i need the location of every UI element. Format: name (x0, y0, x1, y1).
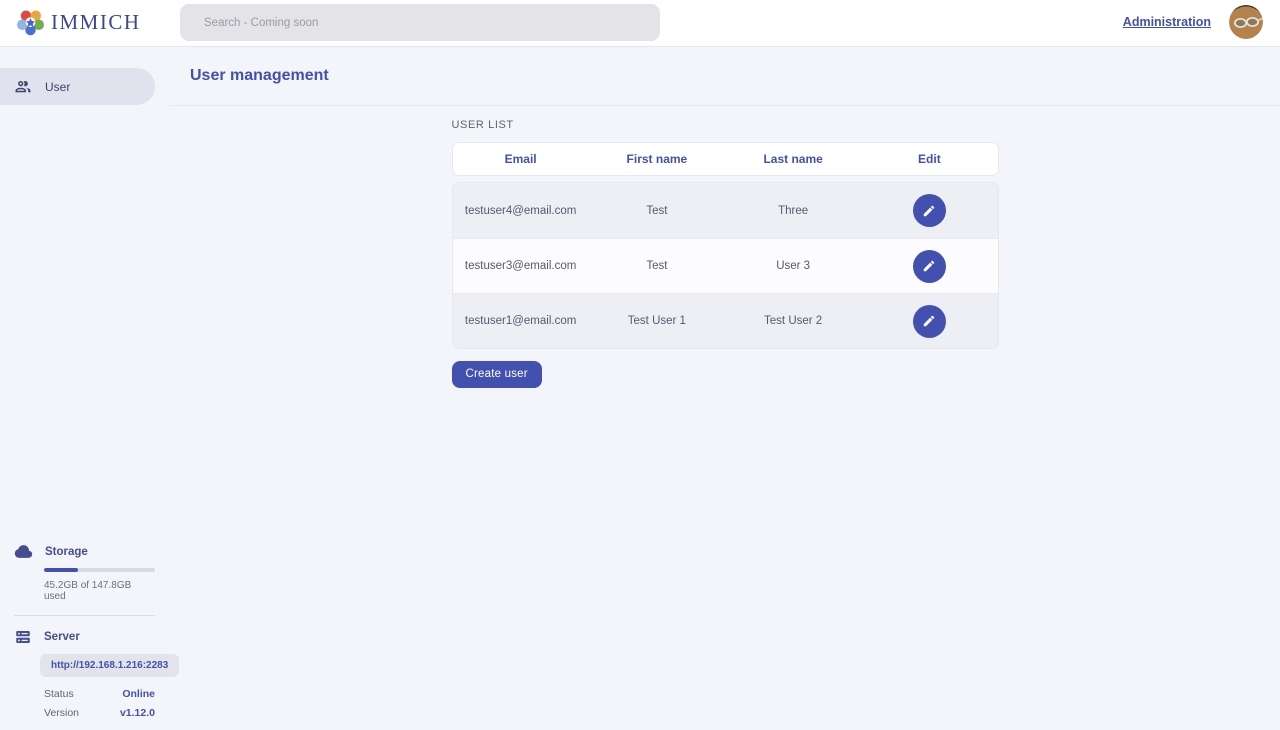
storage-progress-fill (44, 568, 78, 572)
user-list-section: USER LIST EmailFirst nameLast nameEdit t… (452, 119, 999, 388)
user-table-body: testuser4@email.com Test Three testuser3… (452, 182, 999, 349)
user-first-name-cell: Test (589, 205, 725, 217)
server-url-chip: http://192.168.1.216:2283 (40, 654, 179, 677)
pencil-icon (922, 259, 936, 273)
version-label: Version (44, 707, 79, 719)
app-title: IMMICH (51, 10, 141, 35)
user-first-name-cell: Test User 1 (589, 315, 725, 327)
user-table-header: EmailFirst nameLast nameEdit (452, 142, 999, 176)
storage-usage-text: 45.2GB of 147.8GB used (44, 580, 155, 602)
user-list-label: USER LIST (452, 119, 999, 131)
edit-user-button[interactable] (913, 194, 946, 227)
sidebar-item-label: User (45, 80, 70, 94)
top-bar: IMMICH Administration (0, 0, 1280, 47)
status-value: Online (122, 688, 155, 700)
user-last-name-cell: Three (725, 205, 861, 217)
user-table-row: testuser4@email.com Test Three (453, 183, 998, 238)
server-icon (14, 628, 32, 646)
server-version-row: Version v1.12.0 (44, 707, 155, 719)
edit-user-button[interactable] (913, 250, 946, 283)
immich-flower-icon (17, 9, 44, 36)
main-content: User management USER LIST EmailFirst nam… (170, 47, 1280, 730)
page-title: User management (190, 67, 329, 85)
search-input[interactable] (180, 4, 660, 41)
user-avatar[interactable] (1229, 5, 1263, 39)
storage-section-header: Storage (14, 542, 155, 561)
column-header-first-name: First name (589, 152, 725, 166)
sidebar-item-user[interactable]: User (0, 68, 155, 105)
user-email-cell: testuser4@email.com (453, 205, 589, 217)
sidebar-footer: Storage 45.2GB of 147.8GB used Server ht… (0, 542, 170, 719)
storage-title: Storage (45, 546, 88, 558)
administration-link[interactable]: Administration (1123, 15, 1211, 29)
server-section-header: Server (14, 628, 155, 646)
column-header-last-name: Last name (725, 152, 861, 166)
sidebar-divider (14, 615, 155, 616)
user-table-row: testuser3@email.com Test User 3 (453, 238, 998, 293)
status-label: Status (44, 688, 74, 700)
user-last-name-cell: Test User 2 (725, 315, 861, 327)
immich-logo[interactable]: IMMICH (17, 9, 141, 36)
server-title: Server (44, 631, 80, 643)
cloud-icon (14, 542, 33, 561)
user-email-cell: testuser1@email.com (453, 315, 589, 327)
user-email-cell: testuser3@email.com (453, 260, 589, 272)
pencil-icon (922, 314, 936, 328)
user-table-row: testuser1@email.com Test User 1 Test Use… (453, 293, 998, 348)
column-header-edit: Edit (861, 152, 997, 166)
user-last-name-cell: User 3 (725, 260, 861, 272)
pencil-icon (922, 204, 936, 218)
page-title-bar: User management (170, 47, 1280, 106)
storage-progress-bar (44, 568, 155, 572)
create-user-button[interactable]: Create user (452, 361, 542, 388)
users-icon (14, 78, 32, 96)
edit-user-button[interactable] (913, 305, 946, 338)
sidebar: User Storage 45.2GB of 147.8GB used (0, 47, 170, 730)
user-first-name-cell: Test (589, 260, 725, 272)
version-value: v1.12.0 (120, 707, 155, 719)
column-header-email: Email (453, 152, 589, 166)
server-status-row: Status Online (44, 688, 155, 700)
